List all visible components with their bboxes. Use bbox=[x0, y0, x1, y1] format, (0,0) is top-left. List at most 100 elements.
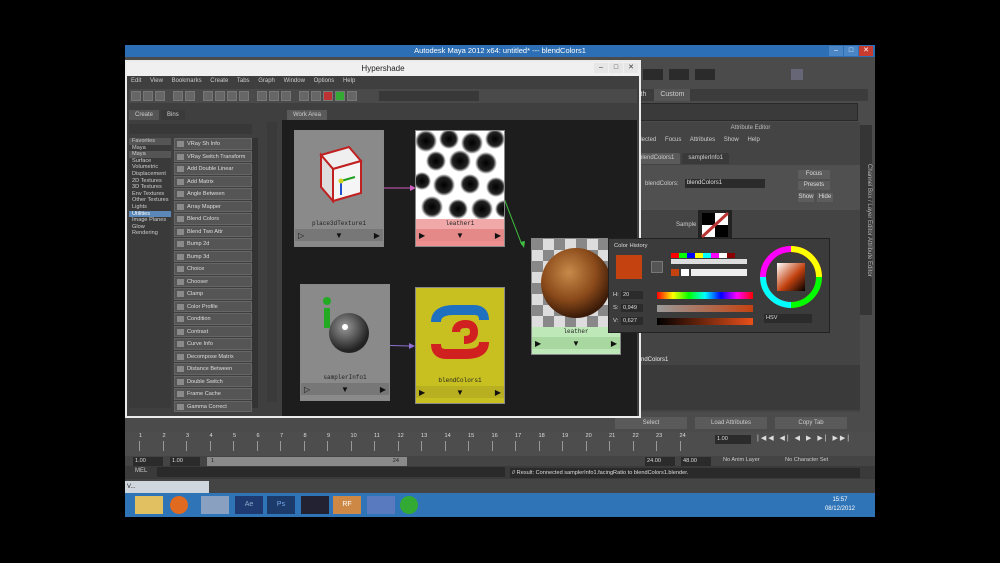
app-icon[interactable] bbox=[400, 496, 418, 514]
node-samplerinfo[interactable]: samplerInfo1 ▷ ▼ ▶ bbox=[300, 284, 390, 401]
node-button[interactable]: Decompose Matrix bbox=[174, 350, 252, 362]
field-z[interactable] bbox=[694, 69, 715, 80]
category-item[interactable]: Maya bbox=[129, 145, 171, 152]
playback-controls[interactable]: |◀◀ ◀| ◀ ▶ ▶| ▶▶| bbox=[757, 434, 851, 442]
expand-left-icon[interactable]: ▷ bbox=[304, 385, 310, 394]
maya-minimized-button[interactable]: V... bbox=[125, 481, 209, 493]
chevron-down-icon[interactable]: ▼ bbox=[456, 231, 464, 240]
layout-icon[interactable] bbox=[269, 91, 279, 101]
side-panel-tabs[interactable]: Channel Box / Layer Editor Attribute Edi… bbox=[860, 125, 872, 315]
color-history-swatches[interactable] bbox=[671, 253, 747, 277]
explorer-icon[interactable] bbox=[135, 496, 163, 514]
sample-swatch[interactable] bbox=[698, 210, 732, 240]
graph-icon[interactable] bbox=[239, 91, 249, 101]
ae-menu-help[interactable]: Help bbox=[747, 137, 759, 143]
color-mode-select[interactable]: HSV bbox=[764, 314, 812, 323]
layout-icon[interactable] bbox=[143, 91, 153, 101]
range-end-field-2[interactable]: 48.00 bbox=[681, 457, 711, 466]
category-item[interactable]: Displacement bbox=[129, 171, 171, 178]
firefox-icon[interactable] bbox=[170, 496, 188, 514]
graph-icon[interactable] bbox=[185, 91, 195, 101]
create-filter-field[interactable] bbox=[129, 124, 252, 134]
node-button[interactable]: VRay Sh Info bbox=[174, 138, 252, 150]
play-right-icon[interactable]: ▶ bbox=[419, 231, 425, 240]
node-button[interactable]: Bump 2d bbox=[174, 238, 252, 250]
chevron-down-icon[interactable]: ▼ bbox=[572, 339, 580, 348]
menu-window[interactable]: Window bbox=[284, 78, 305, 84]
shelf-tab-custom[interactable]: Custom bbox=[654, 89, 691, 101]
menu-options[interactable]: Options bbox=[314, 78, 335, 84]
hs-maximize-button[interactable]: □ bbox=[609, 63, 623, 73]
node-blendcolors[interactable]: blendColors1 ▶ ▼ ▶ bbox=[415, 287, 505, 404]
node-leather1[interactable]: leather1 ▶ ▼ ▶ bbox=[415, 130, 505, 247]
value-slider[interactable] bbox=[657, 318, 753, 325]
category-item[interactable]: Env Textures bbox=[129, 191, 171, 198]
node-button[interactable]: Gamma Correct bbox=[174, 400, 252, 412]
close-button[interactable]: ✕ bbox=[859, 46, 873, 56]
node-button[interactable]: Choice bbox=[174, 263, 252, 275]
work-area-toolstrip[interactable] bbox=[267, 122, 277, 402]
mel-label[interactable]: MEL bbox=[135, 468, 147, 474]
ae-notes-area[interactable] bbox=[633, 365, 860, 410]
node-place3dtexture[interactable]: place3dTexture1 ▷ ▼ ▶ bbox=[294, 130, 384, 247]
tab-bins[interactable]: Bins bbox=[161, 110, 185, 120]
menu-view[interactable]: View bbox=[150, 78, 163, 84]
show-button[interactable]: Show bbox=[798, 193, 814, 202]
maya-icon[interactable] bbox=[201, 496, 229, 514]
category-item[interactable]: Image Planes bbox=[129, 217, 171, 224]
node-button[interactable]: Clamp bbox=[174, 288, 252, 300]
layout-icon[interactable] bbox=[257, 91, 267, 101]
category-item-utilities[interactable]: Utilities bbox=[129, 210, 171, 218]
layout-icon[interactable] bbox=[155, 91, 165, 101]
play-right-icon[interactable]: ▶ bbox=[419, 388, 425, 397]
node-button[interactable]: VRay Switch Transform bbox=[174, 150, 252, 162]
maximize-button[interactable]: □ bbox=[844, 46, 858, 56]
node-button[interactable]: Double Switch bbox=[174, 375, 252, 387]
category-item[interactable]: Other Textures bbox=[129, 197, 171, 204]
brush-icon[interactable] bbox=[203, 91, 213, 101]
play-right-icon[interactable]: ▶ bbox=[495, 388, 501, 397]
ae-menu-show[interactable]: Show bbox=[724, 137, 739, 143]
chevron-down-icon[interactable]: ▼ bbox=[456, 388, 464, 397]
menu-create[interactable]: Create bbox=[210, 78, 228, 84]
node-button[interactable]: Add Double Linear bbox=[174, 163, 252, 175]
ae-name-input[interactable]: blendColors1 bbox=[684, 179, 765, 188]
record-icon[interactable] bbox=[323, 91, 333, 101]
create-list-scrollbar[interactable] bbox=[252, 138, 258, 408]
range-start-field-2[interactable]: 1.00 bbox=[170, 457, 200, 466]
play-right-icon[interactable]: ▶ bbox=[380, 385, 386, 394]
graph-icon[interactable] bbox=[347, 91, 357, 101]
node-button[interactable]: Add Matrix bbox=[174, 175, 252, 187]
category-item[interactable]: Surface bbox=[129, 158, 171, 165]
v-input[interactable]: 0,627 bbox=[621, 317, 643, 325]
system-clock[interactable]: 15:57 08/12/2012 bbox=[825, 496, 855, 514]
node-button[interactable]: Blend Colors bbox=[174, 213, 252, 225]
h-input[interactable]: 20 bbox=[621, 291, 643, 299]
range-end-field[interactable]: 24.00 bbox=[645, 457, 675, 466]
node-button[interactable]: Contrast bbox=[174, 325, 252, 337]
play-right-icon[interactable]: ▶ bbox=[535, 339, 541, 348]
tool-icon[interactable] bbox=[301, 496, 329, 514]
anim-layer-select[interactable]: No Anim Layer bbox=[723, 457, 760, 463]
ae-menu-focus[interactable]: Focus bbox=[665, 137, 681, 143]
menu-graph[interactable]: Graph bbox=[258, 78, 275, 84]
node-button[interactable]: Chooser bbox=[174, 275, 252, 287]
tab-work-area[interactable]: Work Area bbox=[287, 110, 327, 120]
play-right-icon[interactable]: ▶ bbox=[611, 339, 617, 348]
node-button[interactable]: Condition bbox=[174, 313, 252, 325]
expand-left-icon[interactable]: ▷ bbox=[298, 231, 304, 240]
node-button[interactable]: Blend Two Attr bbox=[174, 225, 252, 237]
hs-minimize-button[interactable]: – bbox=[594, 63, 608, 73]
color-wheel-icon[interactable] bbox=[759, 245, 823, 309]
command-input[interactable] bbox=[157, 467, 505, 477]
copy-tab-button[interactable]: Copy Tab bbox=[775, 417, 847, 429]
range-start-field[interactable]: 1.00 bbox=[133, 457, 163, 466]
menu-help[interactable]: Help bbox=[343, 78, 355, 84]
minimize-button[interactable]: – bbox=[829, 46, 843, 56]
current-color-swatch[interactable] bbox=[616, 255, 642, 279]
chevron-down-icon[interactable]: ▼ bbox=[335, 231, 343, 240]
saturation-slider[interactable] bbox=[657, 305, 753, 312]
app-icon[interactable] bbox=[367, 496, 395, 514]
range-slider[interactable]: 1 24 bbox=[207, 457, 407, 466]
presets-button[interactable]: Presets bbox=[798, 181, 830, 190]
